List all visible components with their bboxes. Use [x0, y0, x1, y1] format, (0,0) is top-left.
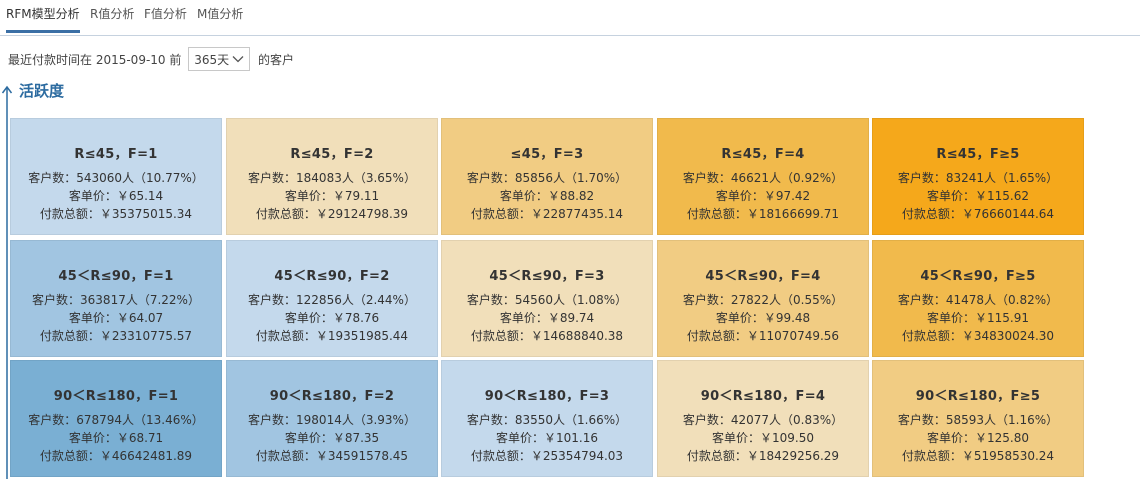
unit-price: 客单价：￥64.07 [68, 311, 164, 325]
total-payment: 付款总额：￥22877435.14 [470, 207, 624, 221]
rfm-cell[interactable]: 90＜R≤180，F=2 客户数：198014人（3.93%） 客单价：￥87.35… [226, 360, 438, 477]
rfm-cell[interactable]: ≤45，F=3 客户数：85856人（1.70%） 客单价：￥88.82 付款总额：￥… [441, 118, 653, 235]
cell-title: 90＜R≤180，F=2 [269, 389, 395, 404]
customer-count: 客户数：27822人（0.55%） [682, 293, 844, 307]
rfm-cell[interactable]: R≤45，F≥5 客户数：83241人（1.65%） 客单价：￥115.62 付款总额… [872, 118, 1084, 235]
rfm-cell[interactable]: 45＜R≤90，F=4 客户数：27822人（0.55%） 客单价：￥99.48 付款… [657, 240, 869, 357]
total-payment: 付款总额：￥34830024.30 [901, 329, 1055, 343]
unit-price: 客单价：￥89.74 [499, 311, 595, 325]
cell-title: 90＜R≤180，F=1 [53, 389, 179, 404]
cell-title: 45＜R≤90，F=3 [489, 269, 605, 284]
rfm-cell[interactable]: 45＜R≤90，F=2 客户数：122856人（2.44%） 客单价：￥78.76 付… [226, 240, 438, 357]
customer-count: 客户数：543060人（10.77%） [28, 171, 204, 185]
total-payment: 付款总额：￥25354794.03 [470, 449, 624, 463]
total-payment: 付款总额：￥19351985.44 [255, 329, 409, 343]
customer-count: 客户数：122856人（2.44%） [248, 293, 416, 307]
customer-count: 客户数：58593人（1.16%） [897, 413, 1059, 427]
tab-m-value[interactable]: M值分析 [197, 0, 243, 30]
total-payment: 付款总额：￥18166699.71 [686, 207, 840, 221]
rfm-cell[interactable]: R≤45，F=4 客户数：46621人（0.92%） 客单价：￥97.42 付款总额：… [657, 118, 869, 235]
tab-f-value[interactable]: F值分析 [144, 0, 187, 30]
total-payment: 付款总额：￥76660144.64 [901, 207, 1055, 221]
rfm-cell[interactable]: R≤45，F=2 客户数：184083人（3.65%） 客单价：￥79.11 付款总额… [226, 118, 438, 235]
unit-price: 客单价：￥87.35 [284, 431, 380, 445]
unit-price: 客单价：￥65.14 [68, 189, 164, 203]
tab-bar: RFM模型分析 R值分析 F值分析 M值分析 [0, 0, 1140, 36]
rfm-cell[interactable]: 90＜R≤180，F=1 客户数：678794人（13.46%） 客单价：￥68.7… [10, 360, 222, 477]
total-payment: 付款总额：￥29124798.39 [255, 207, 409, 221]
cell-title: 45＜R≤90，F=2 [274, 269, 390, 284]
unit-price: 客单价：￥88.82 [499, 189, 595, 203]
customer-count: 客户数：42077人（0.83%） [682, 413, 844, 427]
rfm-cell[interactable]: 45＜R≤90，F=3 客户数：54560人（1.08%） 客单价：￥89.74 付款… [441, 240, 653, 357]
recency-filter: 最近付款时间在 2015-09-10 前 365天 的客户 [8, 47, 294, 73]
unit-price: 客单价：￥115.62 [927, 189, 1029, 203]
cell-title: R≤45，F≥5 [936, 147, 1020, 162]
tab-rfm-model[interactable]: RFM模型分析 [6, 0, 80, 33]
rfm-cell[interactable]: 90＜R≤180，F=4 客户数：42077人（0.83%） 客单价：￥109.50… [657, 360, 869, 477]
customer-count: 客户数：184083人（3.65%） [248, 171, 416, 185]
rfm-cell[interactable]: 90＜R≤180，F≥5 客户数：58593人（1.16%） 客单价：￥125.80… [872, 360, 1084, 477]
cell-title: R≤45，F=2 [290, 147, 374, 162]
unit-price: 客单价：￥125.80 [927, 431, 1029, 445]
unit-price: 客单价：￥79.11 [284, 189, 380, 203]
cell-title: 45＜R≤90，F≥5 [920, 269, 1036, 284]
axis-title-activity: 活跃度 [19, 82, 65, 100]
filter-prefix-label: 最近付款时间在 2015-09-10 前 [8, 53, 182, 67]
cell-title: R≤45，F=4 [721, 147, 805, 162]
rfm-grid: R≤45，F=1 客户数：543060人（10.77%） 客单价：￥65.14 付款总… [10, 118, 1085, 479]
recency-days-select[interactable]: 365天 [188, 47, 251, 71]
recency-days-value: 365天 [194, 53, 230, 67]
rfm-cell[interactable]: 45＜R≤90，F≥5 客户数：41478人（0.82%） 客单价：￥115.91 付… [872, 240, 1084, 357]
filter-suffix-label: 的客户 [258, 53, 295, 67]
customer-count: 客户数：85856人（1.70%） [466, 171, 628, 185]
total-payment: 付款总额：￥18429256.29 [686, 449, 840, 463]
total-payment: 付款总额：￥51958530.24 [901, 449, 1055, 463]
rfm-cell[interactable]: R≤45，F=1 客户数：543060人（10.77%） 客单价：￥65.14 付款总… [10, 118, 222, 235]
cell-title: 45＜R≤90，F=4 [705, 269, 821, 284]
customer-count: 客户数：678794人（13.46%） [28, 413, 204, 427]
unit-price: 客单价：￥99.48 [715, 311, 811, 325]
customer-count: 客户数：83550人（1.66%） [466, 413, 628, 427]
customer-count: 客户数：46621人（0.92%） [682, 171, 844, 185]
unit-price: 客单价：￥97.42 [715, 189, 811, 203]
total-payment: 付款总额：￥11070749.56 [686, 329, 840, 343]
customer-count: 客户数：198014人（3.93%） [248, 413, 416, 427]
customer-count: 客户数：83241人（1.65%） [897, 171, 1059, 185]
rfm-cell[interactable]: 90＜R≤180，F=3 客户数：83550人（1.66%） 客单价：￥101.16… [441, 360, 653, 477]
total-payment: 付款总额：￥35375015.34 [39, 207, 193, 221]
customer-count: 客户数：54560人（1.08%） [466, 293, 628, 307]
rfm-cell[interactable]: 45＜R≤90，F=1 客户数：363817人（7.22%） 客单价：￥64.07 付… [10, 240, 222, 357]
cell-title: R≤45，F=1 [74, 147, 158, 162]
total-payment: 付款总额：￥23310775.57 [39, 329, 193, 343]
unit-price: 客单价：￥115.91 [927, 311, 1029, 325]
unit-price: 客单价：￥78.76 [284, 311, 380, 325]
unit-price: 客单价：￥101.16 [496, 431, 598, 445]
cell-title: 45＜R≤90，F=1 [58, 269, 174, 284]
unit-price: 客单价：￥109.50 [712, 431, 814, 445]
unit-price: 客单价：￥68.71 [68, 431, 164, 445]
chevron-down-icon [232, 56, 244, 63]
tab-r-value[interactable]: R值分析 [90, 0, 134, 30]
customer-count: 客户数：41478人（0.82%） [897, 293, 1059, 307]
cell-title: 90＜R≤180，F=3 [484, 389, 610, 404]
cell-title: ≤45，F=3 [510, 147, 584, 162]
total-payment: 付款总额：￥14688840.38 [470, 329, 624, 343]
cell-title: 90＜R≤180，F≥5 [915, 389, 1041, 404]
total-payment: 付款总额：￥46642481.89 [39, 449, 193, 463]
customer-count: 客户数：363817人（7.22%） [32, 293, 200, 307]
cell-title: 90＜R≤180，F=4 [700, 389, 826, 404]
total-payment: 付款总额：￥34591578.45 [255, 449, 409, 463]
